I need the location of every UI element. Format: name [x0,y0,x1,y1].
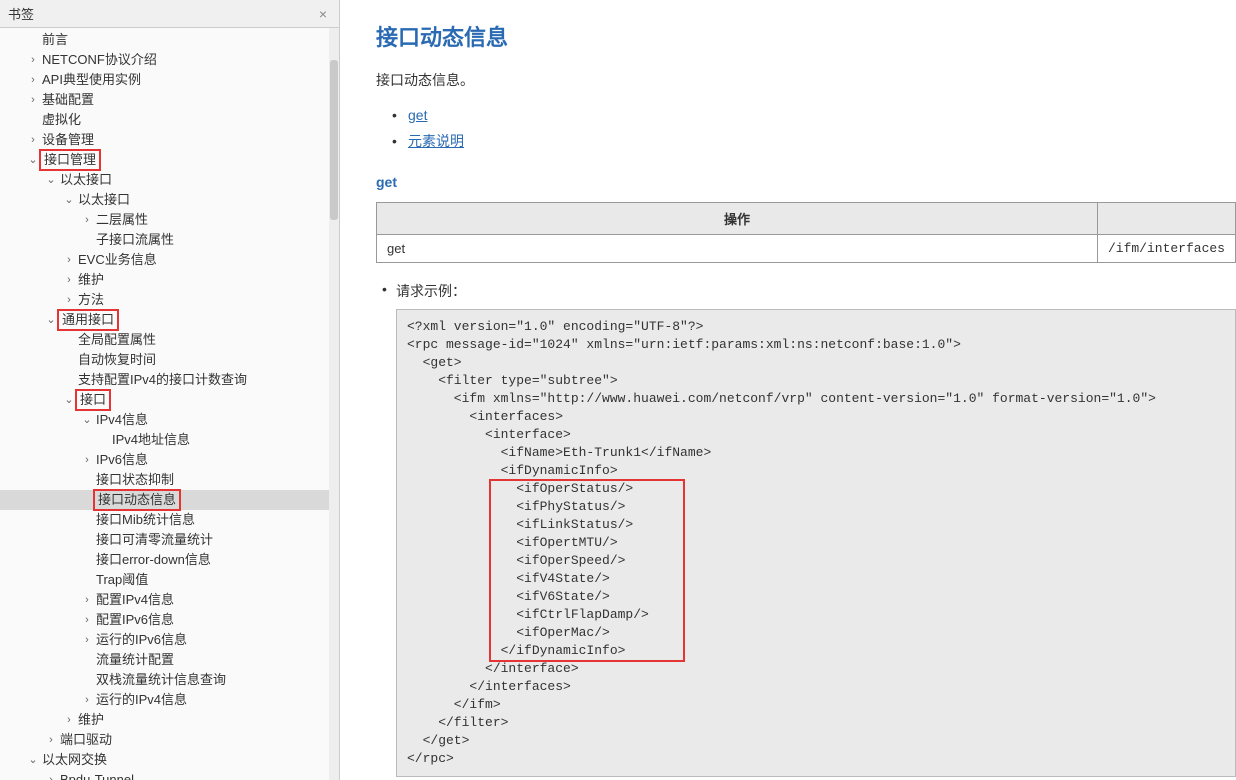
tree-item-statsuppress[interactable]: ›接口状态抑制 [0,470,339,490]
tree-item-ipv4info[interactable]: ⌄IPv4信息 [0,410,339,430]
tree-item-globalcfg[interactable]: ›全局配置属性 [0,330,339,350]
tree-item-basic[interactable]: ›基础配置 [0,90,339,110]
tree-item-trap[interactable]: ›Trap阈值 [0,570,339,590]
tree-item-runipv4[interactable]: ›运行的IPv4信息 [0,690,339,710]
chevron-down-icon[interactable]: ⌄ [80,410,94,430]
tree-scrollbar[interactable] [329,28,339,780]
sidebar-title: 书签 [8,4,34,23]
link-elements[interactable]: 元素说明 [408,133,464,149]
tree-item-dyninfo[interactable]: ›接口动态信息 [0,490,339,510]
anchor-links: get 元素说明 [376,102,1236,154]
tree-item-cfgipv6[interactable]: ›配置IPv6信息 [0,610,339,630]
tree-item-ipv4addr[interactable]: ›IPv4地址信息 [0,430,339,450]
chevron-right-icon[interactable]: › [62,710,76,730]
tree-item-ethif[interactable]: ⌄以太接口 [0,170,339,190]
chevron-right-icon[interactable]: › [26,70,40,90]
chevron-down-icon[interactable]: ⌄ [62,190,76,210]
chevron-right-icon[interactable]: › [26,50,40,70]
close-icon[interactable]: × [315,6,331,22]
chevron-right-icon[interactable]: › [44,770,58,780]
tree-item-errdown[interactable]: ›接口error-down信息 [0,550,339,570]
chevron-right-icon[interactable]: › [44,730,58,750]
tree-item-evc[interactable]: ›EVC业务信息 [0,250,339,270]
tree-item-runipv6[interactable]: ›运行的IPv6信息 [0,630,339,650]
tree-item-flowcfg[interactable]: ›流量统计配置 [0,650,339,670]
tree-item-maint1[interactable]: ›维护 [0,270,339,290]
tree-item-device[interactable]: ›设备管理 [0,130,339,150]
tree-item-bpdu[interactable]: ›Bpdu-Tunnel [0,770,339,780]
tree-item-maint2[interactable]: ›维护 [0,710,339,730]
chevron-right-icon[interactable]: › [80,690,94,710]
tree-item-mibstats[interactable]: ›接口Mib统计信息 [0,510,339,530]
request-label: 请求示例： [376,281,1236,301]
chevron-right-icon[interactable]: › [80,450,94,470]
tree-item-dualstack[interactable]: ›双栈流量统计信息查询 [0,670,339,690]
chevron-right-icon[interactable]: › [62,290,76,310]
chevron-right-icon[interactable]: › [80,610,94,630]
operation-table: 操作 get /ifm/interfaces [376,202,1236,263]
tree-item-ifmgmt[interactable]: ⌄接口管理 [0,150,339,170]
td-path: /ifm/interfaces [1097,235,1235,263]
tree-item-preface[interactable]: ›前言 [0,30,339,50]
highlight-box [489,479,685,662]
tree-item-api[interactable]: ›API典型使用实例 [0,70,339,90]
tree-item-ethif2[interactable]: ⌄以太接口 [0,190,339,210]
tree-item-virt[interactable]: ›虚拟化 [0,110,339,130]
content-pane: 接口动态信息 接口动态信息。 get 元素说明 get 操作 get /ifm/… [340,0,1236,780]
tree-item-clearstats[interactable]: ›接口可清零流量统计 [0,530,339,550]
tree-item-iface[interactable]: ⌄接口 [0,390,339,410]
th-path [1097,203,1235,235]
chevron-right-icon[interactable]: › [62,270,76,290]
td-op: get [377,235,1098,263]
chevron-right-icon[interactable]: › [80,630,94,650]
tree-item-ipv6info[interactable]: ›IPv6信息 [0,450,339,470]
scrollbar-thumb[interactable] [330,60,338,220]
tree-item-autorestore[interactable]: ›自动恢复时间 [0,350,339,370]
chevron-right-icon[interactable]: › [26,130,40,150]
chevron-down-icon[interactable]: ⌄ [62,390,76,410]
tree-item-generic[interactable]: ⌄通用接口 [0,310,339,330]
th-operation: 操作 [377,203,1098,235]
section-get: get [376,174,1236,190]
request-code: <?xml version="1.0" encoding="UTF-8"?> <… [396,309,1236,777]
tree-item-ethswitch[interactable]: ⌄以太网交换 [0,750,339,770]
chevron-right-icon[interactable]: › [80,210,94,230]
tree-item-method[interactable]: ›方法 [0,290,339,310]
chevron-down-icon[interactable]: ⌄ [44,310,58,330]
sidebar-header: 书签 × [0,0,339,28]
page-subtitle: 接口动态信息。 [376,70,1236,90]
chevron-right-icon[interactable]: › [26,90,40,110]
tree-item-cfgipv4[interactable]: ›配置IPv4信息 [0,590,339,610]
tree-item-portdrv[interactable]: ›端口驱动 [0,730,339,750]
chevron-down-icon[interactable]: ⌄ [26,750,40,770]
link-get[interactable]: get [408,107,427,123]
page-title: 接口动态信息 [376,20,1236,52]
tree-item-l2attr[interactable]: ›二层属性 [0,210,339,230]
tree-item-netconf[interactable]: ›NETCONF协议介绍 [0,50,339,70]
chevron-right-icon[interactable]: › [80,590,94,610]
tree-item-ipv4cnt[interactable]: ›支持配置IPv4的接口计数查询 [0,370,339,390]
chevron-right-icon[interactable]: › [62,250,76,270]
bookmark-sidebar: 书签 × ›前言 ›NETCONF协议介绍 ›API典型使用实例 ›基础配置 ›… [0,0,340,780]
chevron-down-icon[interactable]: ⌄ [26,150,40,170]
bookmark-tree[interactable]: ›前言 ›NETCONF协议介绍 ›API典型使用实例 ›基础配置 ›虚拟化 ›… [0,28,339,780]
tree-item-subflow[interactable]: ›子接口流属性 [0,230,339,250]
chevron-down-icon[interactable]: ⌄ [44,170,58,190]
